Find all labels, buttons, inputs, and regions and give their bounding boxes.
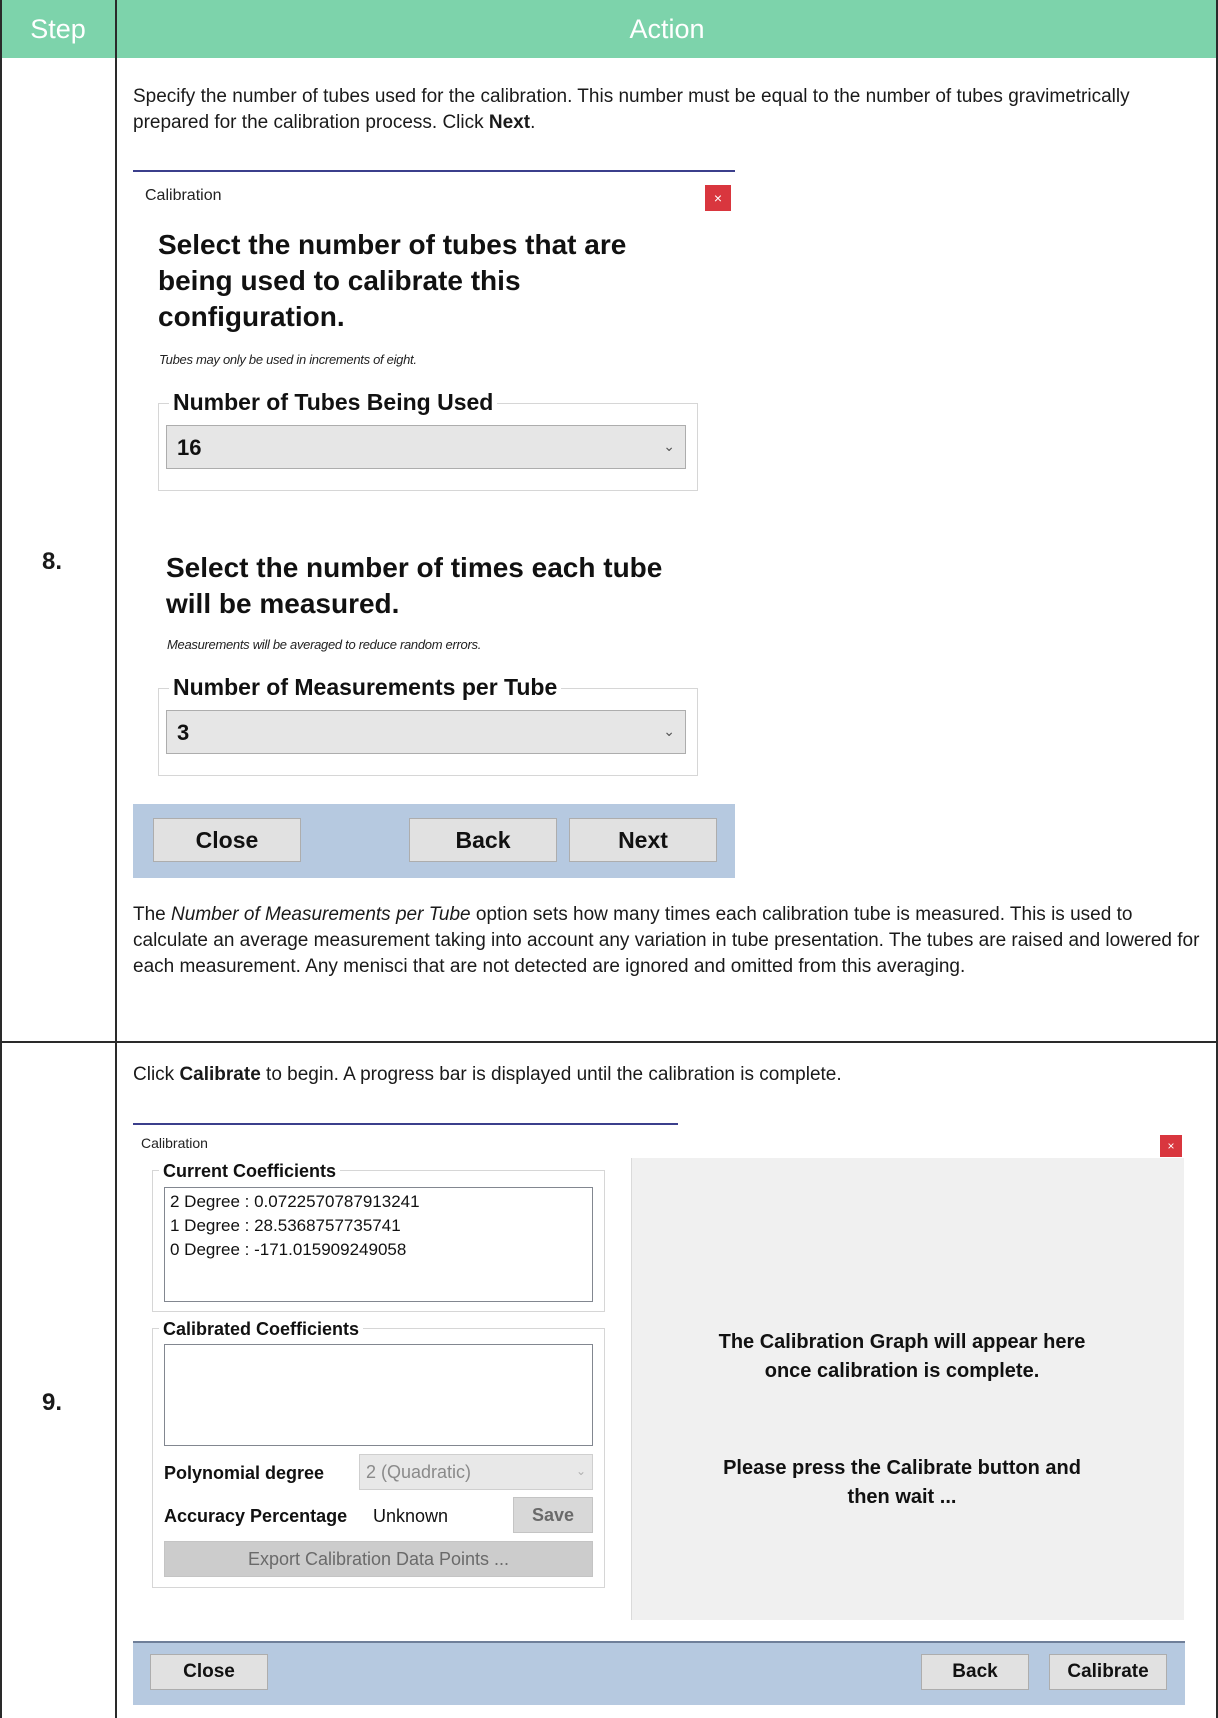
dialog-title-rule [133, 1123, 678, 1125]
polynomial-degree-label: Polynomial degree [164, 1463, 325, 1483]
close-icon[interactable]: × [1160, 1135, 1182, 1157]
list-item: 2 Degree : 0.0722570787913241 [170, 1192, 420, 1211]
measurements-hint: Measurements will be averaged to reduce … [167, 637, 482, 652]
measurements-count-value: 3 [177, 720, 190, 745]
measurements-group-legend: Number of Measurements per Tube [169, 672, 562, 702]
table-row-divider [0, 1041, 1218, 1043]
calibrated-coefficients-legend: Calibrated Coefficients [159, 1318, 364, 1340]
calibration-dialog: Calibration × Current Coefficients 2 Deg… [133, 1123, 1185, 1705]
dialog-title: Calibration [145, 187, 222, 204]
close-button[interactable]: Close [153, 818, 301, 862]
table-column-divider [115, 0, 117, 1718]
chevron-down-icon: ⌄ [663, 723, 675, 739]
step-number: 9. [42, 1389, 63, 1416]
accuracy-percentage-value: Unknown [373, 1506, 449, 1526]
save-button[interactable]: Save [513, 1497, 593, 1533]
tubes-hint: Tubes may only be used in increments of … [159, 352, 417, 367]
measurements-group: Number of Measurements per Tube 3 ⌄ [158, 672, 698, 776]
step-number: 8. [42, 548, 63, 575]
calibrate-button[interactable]: Calibrate [1049, 1654, 1167, 1690]
dialog-footer: Close Back Next [133, 804, 735, 878]
dialog-title-rule [133, 170, 735, 172]
graph-placeholder-instruction: Please press the Calibrate button and th… [723, 1457, 1081, 1508]
tubes-count-value: 16 [177, 435, 202, 460]
polynomial-degree-value: 2 (Quadratic) [366, 1462, 472, 1482]
measurements-count-select[interactable]: 3 ⌄ [166, 710, 686, 754]
step-8-intro: Specify the number of tubes used for the… [133, 86, 1130, 133]
list-item: 1 Degree : 28.5368757735741 [170, 1216, 401, 1235]
close-icon[interactable]: × [705, 185, 731, 211]
dialog-footer: Close Back Calibrate [133, 1641, 1185, 1705]
tubes-count-select[interactable]: 16 ⌄ [166, 425, 686, 469]
table-border-left [0, 0, 2, 1718]
polynomial-degree-select[interactable]: 2 (Quadratic) ⌄ [359, 1454, 593, 1490]
chevron-down-icon: ⌄ [663, 438, 675, 454]
measurements-heading: Select the number of times each tube wil… [166, 552, 663, 619]
back-button[interactable]: Back [921, 1654, 1029, 1690]
graph-placeholder-message: The Calibration Graph will appear here o… [718, 1331, 1086, 1382]
step-8-note: The Number of Measurements per Tube opti… [133, 904, 1200, 977]
header-step: Step [30, 14, 86, 44]
current-coefficients-list[interactable]: 2 Degree : 0.0722570787913241 1 Degree :… [164, 1187, 593, 1302]
tubes-dialog: Calibration × Select the number of tubes… [133, 170, 735, 878]
back-button[interactable]: Back [409, 818, 557, 862]
tubes-group-legend: Number of Tubes Being Used [169, 387, 498, 417]
header-action: Action [629, 14, 705, 44]
calibrated-coefficients-list[interactable] [164, 1344, 593, 1446]
tubes-group: Number of Tubes Being Used 16 ⌄ [158, 387, 698, 491]
tubes-heading: Select the number of tubes that are bein… [158, 229, 627, 332]
step-9-intro: Click Calibrate to begin. A progress bar… [133, 1064, 842, 1085]
current-coefficients-legend: Current Coefficients [159, 1160, 341, 1182]
list-item: 0 Degree : -171.015909249058 [170, 1240, 407, 1259]
calibrated-coefficients-group: Calibrated Coefficients Polynomial degre… [152, 1318, 605, 1588]
export-data-points-button[interactable]: Export Calibration Data Points ... [164, 1541, 593, 1577]
current-coefficients-group: Current Coefficients 2 Degree : 0.072257… [152, 1160, 605, 1312]
dialog-title: Calibration [141, 1135, 208, 1151]
calibration-graph-area: The Calibration Graph will appear here o… [631, 1158, 1184, 1620]
next-button[interactable]: Next [569, 818, 717, 862]
accuracy-percentage-label: Accuracy Percentage [164, 1506, 348, 1526]
chevron-down-icon: ⌄ [575, 1464, 586, 1478]
close-button[interactable]: Close [150, 1654, 268, 1690]
